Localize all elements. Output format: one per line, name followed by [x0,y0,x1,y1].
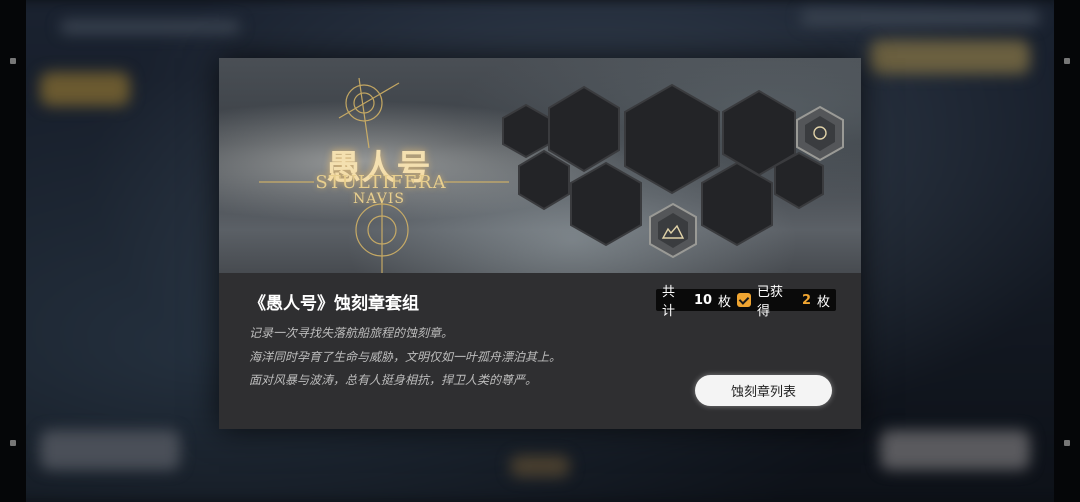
right-frame-edge [1054,0,1080,502]
medal-set-panel: 愚人号 STULTIFERA NAVIS 《愚人号》蚀刻章套组 共计 10 枚 … [219,58,861,429]
total-unit: 枚 [718,294,732,310]
obtained-count: 2 [801,292,811,308]
medal-set-title: 《愚人号》蚀刻章套组 [249,294,419,314]
banner-logo-subtitle: STULTIFERA [315,172,447,193]
medal-list-button[interactable]: 蚀刻章列表 [695,375,832,406]
left-frame-edge [0,0,26,502]
description-line: 面对风暴与波涛，总有人挺身相抗，捍卫人类的尊严。 [249,373,538,387]
total-label: 共计 [662,285,676,319]
obtained-label: 已获得 [757,285,784,319]
obtained-unit: 枚 [817,294,831,310]
description-line: 海洋同时孕育了生命与威胁，文明仅如一叶孤舟漂泊其上。 [249,350,562,364]
banner-logo-subtitle-2: NAVIS [353,191,405,207]
description-line: 记录一次寻找失落航船旅程的蚀刻章。 [249,326,454,340]
medal-set-banner: 愚人号 STULTIFERA NAVIS [219,58,861,273]
check-badge-icon [737,293,752,307]
medal-count-badge: 共计 10 枚 已获得 2 枚 [656,285,836,319]
total-count: 10 [693,292,713,308]
